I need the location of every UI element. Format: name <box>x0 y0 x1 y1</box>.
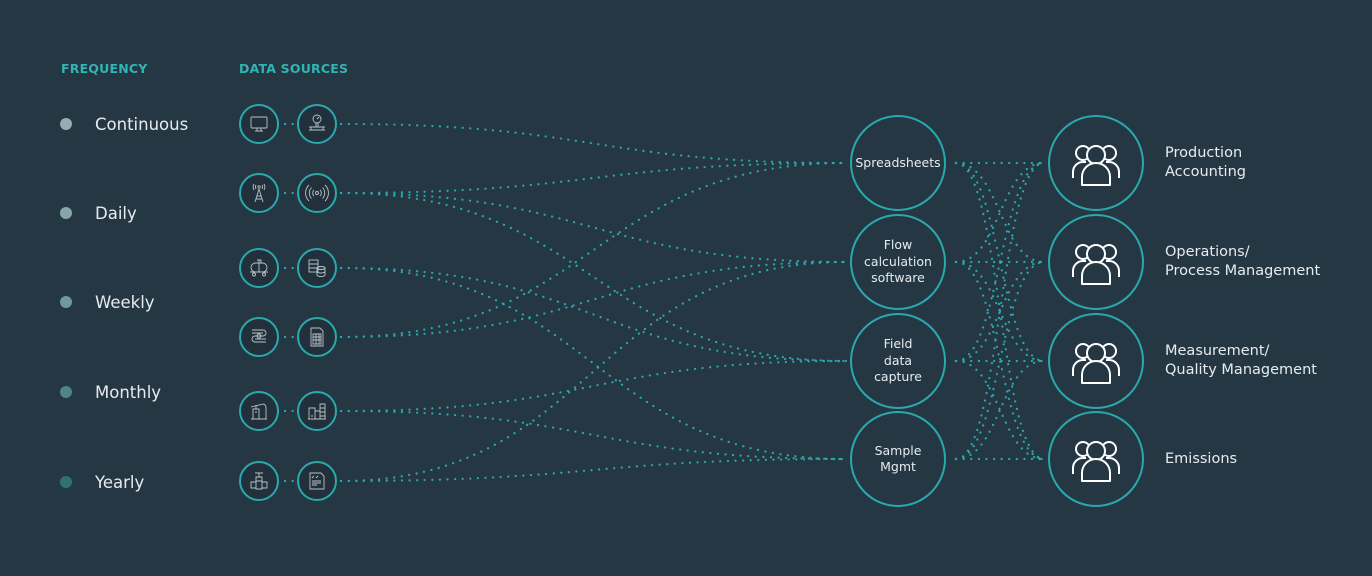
hub-to-audience-link <box>954 359 1046 461</box>
spreadsheet-file-icon <box>310 327 324 347</box>
system-hub-label: Spreadsheets <box>855 154 941 170</box>
system-hub-node: Field data capture <box>850 313 946 409</box>
source-to-hub-link <box>339 260 848 339</box>
pressure-gauge-icon <box>309 114 325 131</box>
source-to-hub-link <box>339 122 848 165</box>
frequency-header: FREQUENCY <box>61 61 148 76</box>
source-to-hub-link <box>339 191 848 363</box>
data-source-node <box>239 173 279 213</box>
system-hub-node: Spreadsheets <box>850 115 946 211</box>
wireless-signal-icon <box>305 184 329 202</box>
data-source-node <box>239 461 279 501</box>
audience-node <box>1048 411 1144 507</box>
connection-layer <box>283 122 1046 483</box>
hub-to-audience-link <box>954 359 1046 461</box>
system-hub-label: Flow calculation software <box>864 237 932 286</box>
database-server-icon <box>308 259 326 277</box>
data-flow-diagram: FREQUENCY DATA SOURCES Continuous Daily We… <box>0 0 1372 576</box>
report-document-icon <box>309 472 325 490</box>
source-to-hub-link <box>339 161 848 339</box>
monitor-icon <box>250 116 268 132</box>
data-source-node <box>297 104 337 144</box>
frequency-item: Daily <box>60 201 137 225</box>
audience-label: Operations/ Process Management <box>1165 244 1321 279</box>
data-source-node <box>239 391 279 431</box>
frequency-dot-icon <box>60 476 72 488</box>
frequency-label: Weekly <box>95 292 155 312</box>
system-hub-label: Sample Mgmt <box>874 442 922 475</box>
user-group-icon <box>1072 343 1120 384</box>
audience-label: Measurement/ Quality Management <box>1165 343 1317 378</box>
frequency-item: Yearly <box>60 470 144 494</box>
data-source-node <box>239 104 279 144</box>
data-source-node <box>297 461 337 501</box>
pump-jack-icon <box>250 403 267 420</box>
frequency-item: Weekly <box>60 290 155 314</box>
data-source-node <box>297 391 337 431</box>
user-group-icon <box>1072 441 1120 482</box>
frequency-label: Continuous <box>95 114 189 134</box>
data-source-node <box>297 248 337 288</box>
valve-icon <box>250 472 268 490</box>
source-to-hub-link <box>339 260 848 483</box>
data-source-node <box>297 173 337 213</box>
tank-car-icon <box>250 259 268 277</box>
audience-label: Emissions <box>1165 450 1238 467</box>
frequency-item: Continuous <box>60 112 188 136</box>
frequency-dot-icon <box>60 207 72 219</box>
radio-tower-icon <box>252 183 266 203</box>
frequency-label: Yearly <box>95 472 145 492</box>
hub-to-audience-link <box>954 161 1046 264</box>
frequency-item: Monthly <box>60 380 161 404</box>
pipeline-icon <box>251 329 267 343</box>
hub-to-audience-link <box>954 161 1046 461</box>
audience-node <box>1048 214 1144 310</box>
industrial-plant-icon <box>308 403 326 420</box>
data-sources-header: DATA SOURCES <box>239 61 349 76</box>
audience-node <box>1048 115 1144 211</box>
frequency-label: Daily <box>95 203 137 223</box>
data-source-node <box>239 248 279 288</box>
frequency-label: Monthly <box>95 382 162 402</box>
system-hub-label: Field data capture <box>874 336 922 385</box>
system-hub-node: Sample Mgmt <box>850 411 946 507</box>
system-hub-node: Flow calculation software <box>850 214 946 310</box>
source-to-hub-link <box>339 457 848 483</box>
user-group-icon <box>1072 244 1120 285</box>
user-group-icon <box>1072 145 1120 186</box>
hub-to-audience-link <box>954 260 1046 461</box>
frequency-dot-icon <box>60 118 72 130</box>
frequency-dot-icon <box>60 386 72 398</box>
source-to-hub-link <box>339 191 848 264</box>
source-to-hub-link <box>339 359 848 413</box>
frequency-dot-icon <box>60 296 72 308</box>
source-to-hub-link <box>339 409 848 461</box>
audience-label: Production Accounting <box>1165 145 1246 180</box>
source-to-hub-link <box>339 161 848 195</box>
hub-to-audience-link <box>954 260 1046 461</box>
hub-to-audience-link <box>954 161 1046 264</box>
data-source-node <box>239 317 279 357</box>
data-source-node <box>297 317 337 357</box>
hub-to-audience-link <box>954 161 1046 363</box>
source-to-hub-link <box>339 266 848 363</box>
audience-node <box>1048 313 1144 409</box>
